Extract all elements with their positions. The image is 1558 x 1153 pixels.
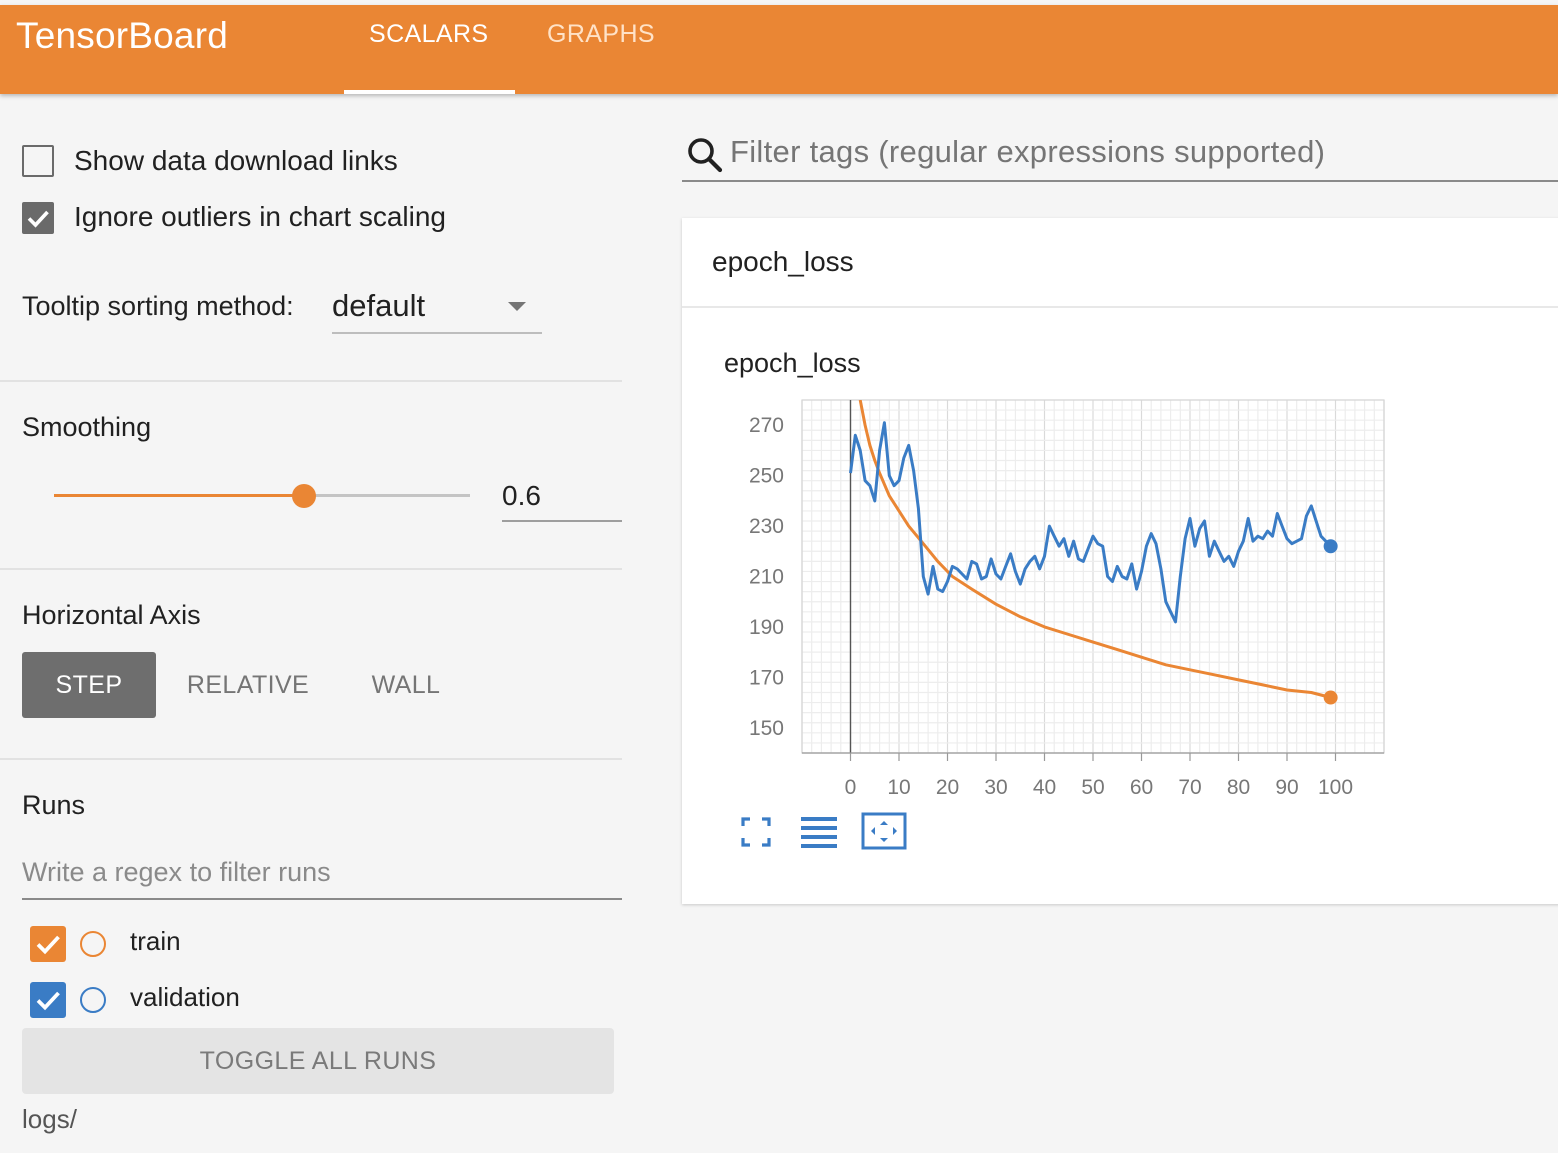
series-train-line bbox=[858, 400, 1331, 699]
x-tick-label: 60 bbox=[1130, 776, 1153, 799]
x-tick-label: 30 bbox=[984, 776, 1007, 799]
y-tick-label: 170 bbox=[749, 666, 784, 689]
app-title: TensorBoard bbox=[16, 15, 228, 56]
x-tick-label: 50 bbox=[1081, 776, 1104, 799]
fit-domain-icon[interactable] bbox=[861, 812, 907, 852]
divider bbox=[0, 568, 622, 570]
smoothing-slider-knob[interactable] bbox=[292, 484, 316, 508]
ignore-outliers-label: Ignore outliers in chart scaling bbox=[74, 201, 446, 232]
run-validation-label: validation bbox=[130, 982, 240, 1012]
tag-filter-placeholder: Filter tags (regular expressions support… bbox=[730, 134, 1326, 169]
checkmark-icon bbox=[27, 210, 49, 228]
run-validation-color-icon[interactable] bbox=[80, 987, 106, 1013]
show-download-links-label: Show data download links bbox=[74, 145, 398, 176]
active-tab-indicator bbox=[344, 90, 515, 94]
y-tick-label: 270 bbox=[749, 414, 784, 437]
show-download-links-checkbox[interactable] bbox=[22, 145, 54, 177]
y-tick-label: 250 bbox=[749, 465, 784, 488]
x-tick-label: 40 bbox=[1033, 776, 1056, 799]
fullscreen-icon[interactable] bbox=[740, 816, 772, 848]
axis-step-button[interactable]: STEP bbox=[22, 652, 156, 718]
x-tick-label: 10 bbox=[887, 776, 910, 799]
series-train-end-point bbox=[1323, 690, 1338, 705]
x-tick-label: 100 bbox=[1318, 776, 1353, 799]
tab-graphs[interactable]: GRAPHS bbox=[547, 20, 655, 49]
loss-chart[interactable]: 0 10 20 30 40 50 60 70 80 90 100 150 170 190 210 230 250… bbox=[682, 218, 1558, 904]
smoothing-value: 0.6 bbox=[502, 480, 541, 511]
axis-relative-button[interactable]: RELATIVE bbox=[176, 652, 320, 718]
runs-filter-input[interactable]: Write a regex to filter runs bbox=[22, 850, 622, 900]
run-train-checkbox[interactable] bbox=[30, 926, 66, 962]
search-icon bbox=[688, 138, 723, 173]
checkmark-icon bbox=[36, 935, 60, 955]
horizontal-axis-title: Horizontal Axis bbox=[22, 600, 201, 630]
axis-wall-button[interactable]: WALL bbox=[346, 652, 466, 718]
scalar-card: epoch_loss epoch_loss 0 10 20 30 40 50 60 70 80 9… bbox=[682, 218, 1558, 904]
tooltip-sorting-value: default bbox=[332, 288, 426, 323]
list-icon[interactable] bbox=[800, 814, 838, 850]
divider bbox=[0, 758, 622, 760]
runs-filter-placeholder: Write a regex to filter runs bbox=[22, 857, 331, 887]
x-tick-label: 70 bbox=[1178, 776, 1201, 799]
series-validation-end-point bbox=[1323, 539, 1338, 554]
runs-title: Runs bbox=[22, 790, 86, 820]
y-tick-label: 190 bbox=[749, 616, 784, 639]
chevron-down-icon bbox=[508, 302, 526, 311]
run-train-label: train bbox=[130, 926, 181, 956]
smoothing-title: Smoothing bbox=[22, 412, 152, 442]
tooltip-sorting-label: Tooltip sorting method: bbox=[22, 291, 294, 321]
y-tick-label: 150 bbox=[749, 717, 784, 740]
logdir-label: logs/ bbox=[22, 1104, 77, 1134]
y-tick-label: 210 bbox=[749, 566, 784, 589]
smoothing-value-input[interactable]: 0.6 bbox=[502, 474, 622, 522]
y-tick-label: 230 bbox=[749, 515, 784, 538]
run-train-color-icon[interactable] bbox=[80, 931, 106, 957]
smoothing-slider-track[interactable] bbox=[304, 494, 470, 497]
x-tick-label: 90 bbox=[1275, 776, 1298, 799]
run-validation-checkbox[interactable] bbox=[30, 982, 66, 1018]
x-tick-label: 0 bbox=[845, 776, 857, 799]
tooltip-sorting-select[interactable]: default bbox=[332, 286, 542, 334]
smoothing-slider-fill bbox=[54, 494, 304, 497]
divider bbox=[0, 380, 622, 382]
toggle-all-runs-button[interactable]: TOGGLE ALL RUNS bbox=[22, 1028, 614, 1094]
top-app-bar: TensorBoard SCALARS GRAPHS bbox=[0, 5, 1558, 94]
x-tick-label: 80 bbox=[1227, 776, 1250, 799]
checkmark-icon bbox=[36, 991, 60, 1011]
tab-scalars[interactable]: SCALARS bbox=[369, 20, 489, 49]
x-tick-label: 20 bbox=[936, 776, 959, 799]
ignore-outliers-checkbox[interactable] bbox=[22, 202, 54, 234]
tag-filter-input[interactable]: Filter tags (regular expressions support… bbox=[682, 128, 1558, 182]
